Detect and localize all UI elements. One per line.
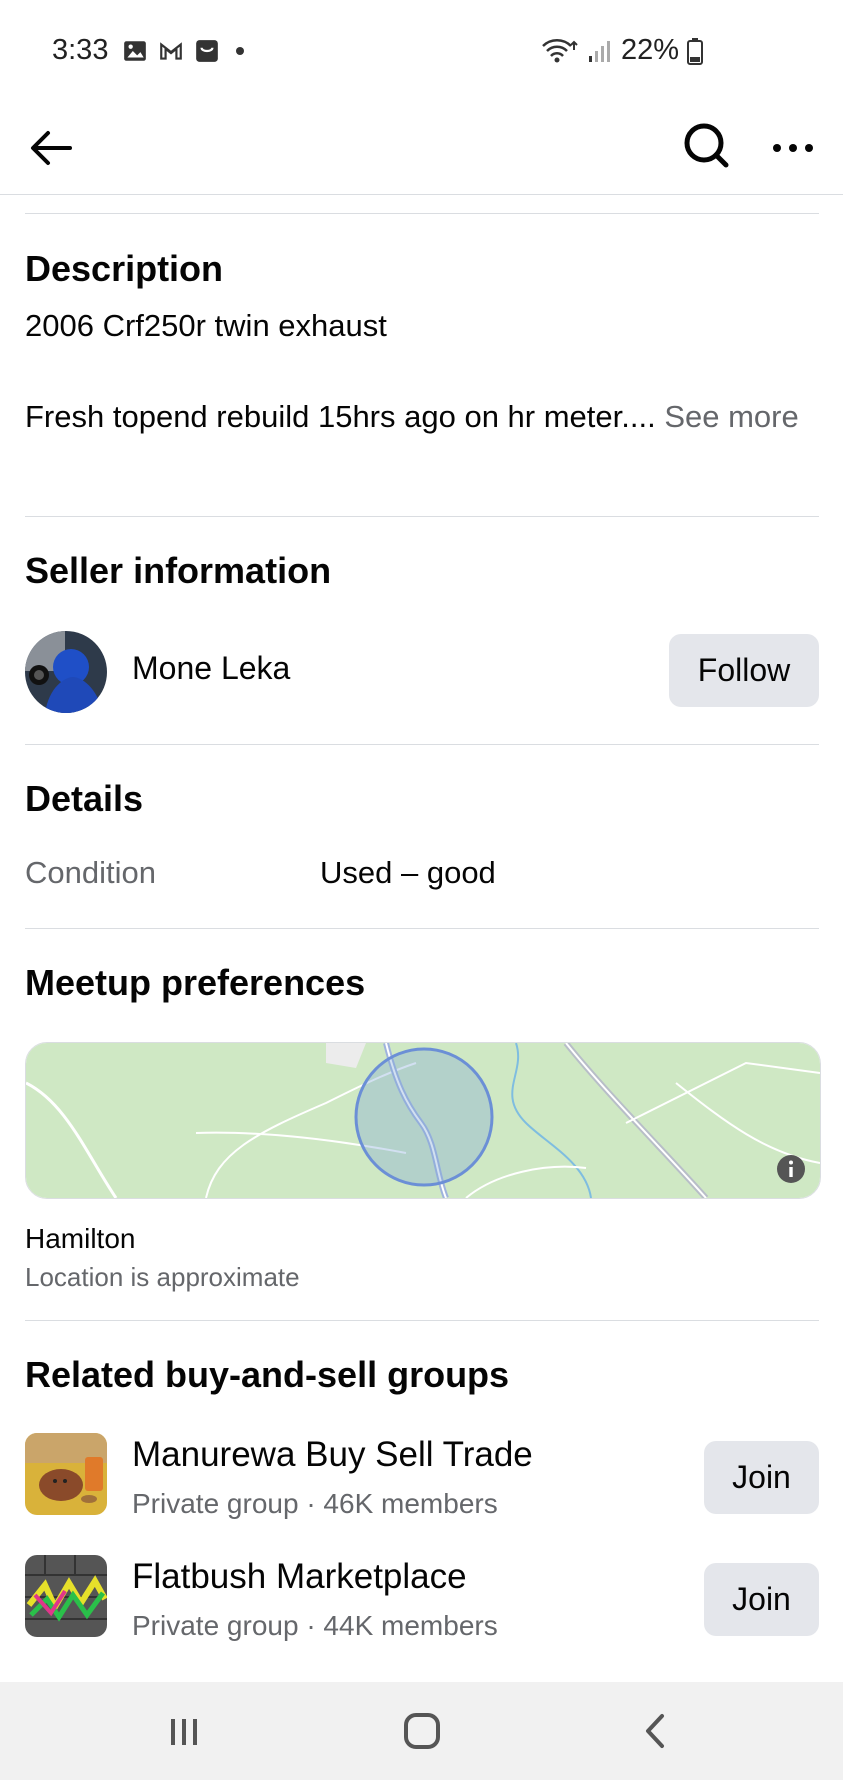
location-note: Location is approximate: [25, 1262, 300, 1292]
group-name[interactable]: Manurewa Buy Sell Trade: [132, 1435, 533, 1475]
back-arrow-icon[interactable]: [24, 120, 80, 176]
divider: [25, 516, 819, 517]
home-icon[interactable]: [392, 1706, 452, 1756]
system-nav-bar: [0, 1682, 843, 1780]
recent-apps-icon[interactable]: [154, 1706, 214, 1756]
group-thumbnail[interactable]: [25, 1433, 107, 1515]
group-meta: Private group · 46K members: [132, 1488, 498, 1519]
gmail-icon: [160, 42, 182, 60]
see-more-link[interactable]: See more: [664, 399, 798, 434]
search-icon[interactable]: [679, 118, 735, 174]
seller-avatar-image: [25, 631, 107, 713]
description-line1: 2006 Crf250r twin exhaust: [25, 308, 387, 343]
notification-icons: [122, 38, 244, 64]
more-icon[interactable]: [765, 120, 821, 176]
groups-title: Related buy-and-sell groups: [25, 1354, 510, 1395]
join-button[interactable]: Join: [704, 1563, 819, 1636]
more-notifications-dot: [236, 47, 244, 55]
group-image-flatbush: [25, 1555, 107, 1637]
signal-icon: [588, 40, 610, 62]
status-time: 3:33: [52, 34, 109, 66]
meetup-map[interactable]: [25, 1042, 821, 1199]
gallery-icon: [124, 41, 146, 61]
divider: [25, 928, 819, 929]
group-image-manurewa: [25, 1433, 107, 1515]
condition-value: Used – good: [320, 855, 496, 890]
details-title: Details: [25, 778, 144, 819]
divider: [25, 213, 819, 214]
map-info-icon[interactable]: [776, 1154, 806, 1184]
description-text: Fresh topend rebuild 15hrs ago on hr met…: [25, 399, 665, 434]
meetup-title: Meetup preferences: [25, 962, 366, 1003]
seller-title: Seller information: [25, 550, 332, 591]
group-name[interactable]: Flatbush Marketplace: [132, 1557, 467, 1597]
divider: [25, 744, 819, 745]
back-nav-icon[interactable]: [626, 1706, 686, 1756]
shopping-bag-icon: [196, 40, 218, 62]
battery-percent: 22%: [620, 34, 679, 66]
avatar[interactable]: [25, 631, 107, 713]
description-line2: Fresh topend rebuild 15hrs ago on hr met…: [25, 394, 815, 439]
map-image: [26, 1043, 820, 1198]
group-thumbnail[interactable]: [25, 1555, 107, 1637]
description-title: Description: [25, 248, 224, 289]
condition-label: Condition: [25, 855, 156, 890]
follow-button[interactable]: Follow: [669, 634, 819, 707]
battery-icon: [687, 37, 703, 65]
join-button[interactable]: Join: [704, 1441, 819, 1514]
app-bar: [0, 100, 843, 195]
status-right: 22%: [541, 34, 703, 67]
wifi-icon: [542, 38, 578, 62]
status-bar: 3:33 22%: [0, 0, 843, 100]
seller-name[interactable]: Mone Leka: [132, 650, 290, 687]
group-meta: Private group · 44K members: [132, 1610, 498, 1641]
divider: [25, 1320, 819, 1321]
